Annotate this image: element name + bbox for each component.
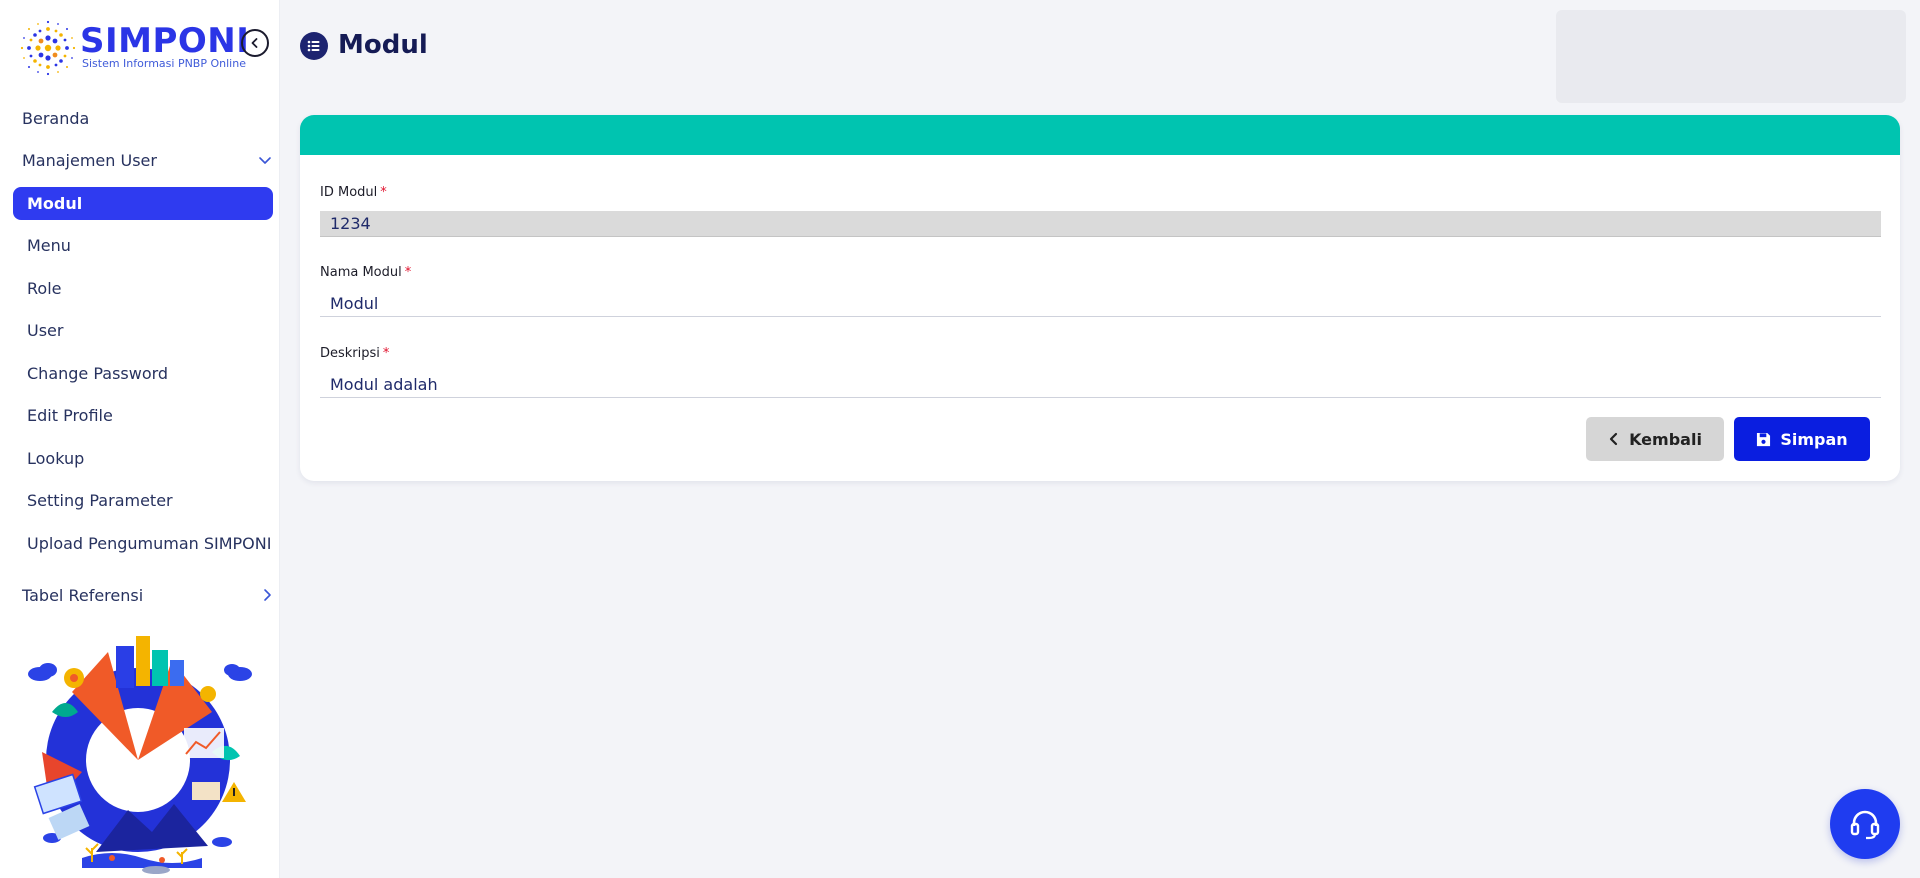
decorative-illustration	[28, 636, 252, 874]
id-modul-input[interactable]	[320, 211, 1881, 237]
chevron-down-icon[interactable]	[258, 153, 272, 167]
card-header-bar	[300, 115, 1900, 155]
floppy-disk-icon	[1757, 432, 1771, 446]
list-icon	[300, 32, 328, 60]
save-button[interactable]: Simpan	[1734, 417, 1870, 461]
required-mark: *	[382, 346, 390, 361]
page-title: Modul	[338, 30, 428, 60]
save-button-label: Simpan	[1780, 429, 1848, 449]
sidebar: SIMPONI Sistem Informasi PNBP Online Ber…	[0, 0, 280, 878]
id-modul-label-text: ID Modul	[320, 185, 378, 200]
sidebar-item-menu[interactable]: Menu	[27, 236, 71, 255]
nama-modul-label-text: Nama Modul	[320, 265, 402, 280]
headset-icon	[1850, 810, 1880, 840]
nama-modul-label: Nama Modul *	[320, 265, 411, 280]
header-placeholder	[1556, 10, 1906, 103]
brand-logo[interactable]: SIMPONI Sistem Informasi PNBP Online	[18, 18, 268, 78]
sidebar-item-user[interactable]: User	[27, 321, 63, 340]
brand-tagline: Sistem Informasi PNBP Online	[82, 57, 246, 70]
deskripsi-label-text: Deskripsi	[320, 346, 380, 361]
sidebar-item-setting-parameter[interactable]: Setting Parameter	[27, 491, 173, 510]
collapse-sidebar-button[interactable]	[241, 29, 269, 57]
id-modul-label: ID Modul *	[320, 185, 387, 200]
sidebar-item-edit-profile[interactable]: Edit Profile	[27, 406, 113, 425]
back-button[interactable]: Kembali	[1586, 417, 1724, 461]
sidebar-item-label: Modul	[27, 194, 83, 213]
deskripsi-input[interactable]	[320, 372, 1881, 398]
sidebar-item-upload-pengumuman[interactable]: Upload Pengumuman SIMPONI	[27, 534, 271, 553]
form-card: ID Modul* Nama Modul* Deskripsi* Kembali…	[300, 115, 1900, 481]
chevron-left-icon	[1609, 432, 1618, 446]
sidebar-item-role[interactable]: Role	[27, 279, 61, 298]
simponi-logo-icon	[20, 20, 76, 76]
sidebar-item-beranda[interactable]: Beranda	[22, 109, 89, 128]
sidebar-item-tabel-referensi[interactable]: Tabel Referensi	[22, 586, 143, 605]
chevron-right-icon[interactable]	[260, 588, 274, 602]
sidebar-item-modul[interactable]: Modul	[13, 187, 273, 220]
required-mark: *	[380, 185, 387, 200]
nama-modul-input[interactable]	[320, 291, 1881, 317]
help-button[interactable]	[1830, 789, 1900, 859]
sidebar-item-manajemen-user[interactable]: Manajemen User	[22, 151, 157, 170]
sidebar-item-change-password[interactable]: Change Password	[27, 364, 168, 383]
sidebar-item-lookup[interactable]: Lookup	[27, 449, 84, 468]
deskripsi-label: Deskripsi *	[320, 346, 389, 361]
chevron-left-circle-icon	[251, 38, 258, 48]
back-button-label: Kembali	[1629, 429, 1702, 449]
required-mark: *	[404, 265, 412, 280]
brand-name: SIMPONI	[80, 21, 250, 61]
